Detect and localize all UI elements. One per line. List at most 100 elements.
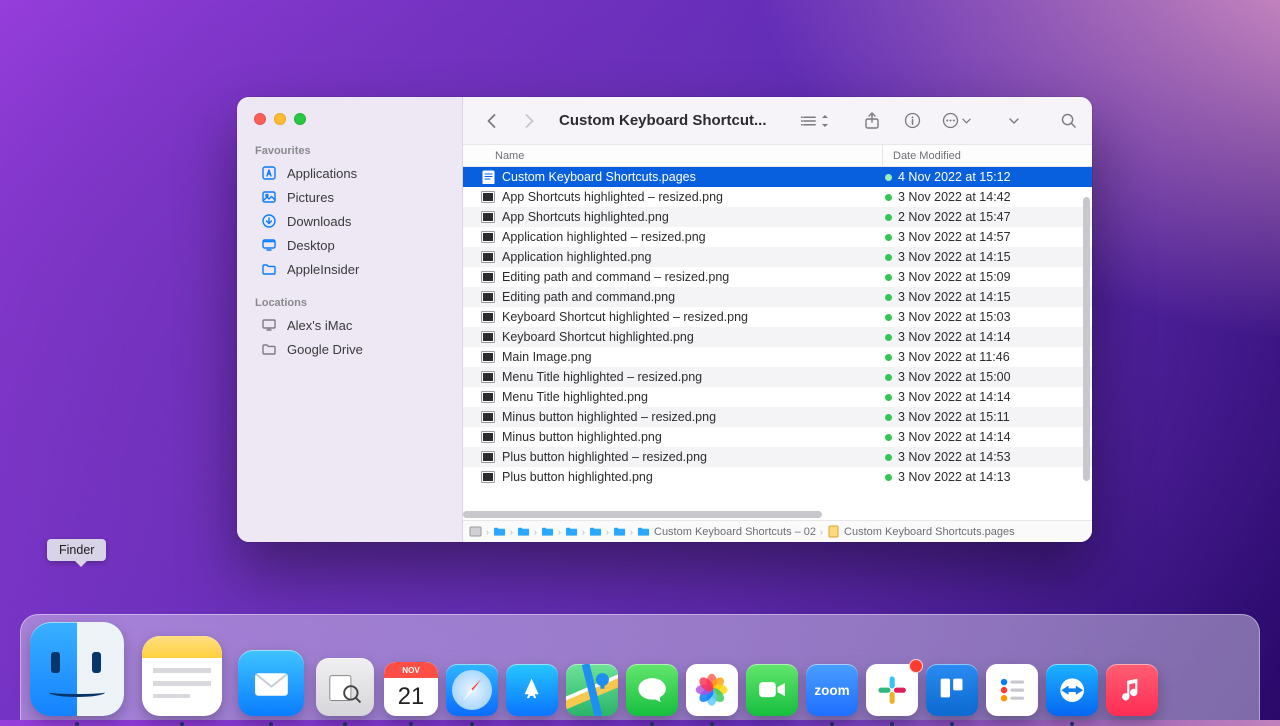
running-indicator: [1070, 722, 1074, 726]
path-crumb-label: Custom Keyboard Shortcuts – 02: [654, 526, 816, 538]
path-crumb[interactable]: [517, 525, 530, 538]
path-crumb[interactable]: Custom Keyboard Shortcuts – 02: [637, 525, 816, 538]
dock-app-slack[interactable]: [866, 664, 918, 726]
applications-icon: [261, 165, 277, 181]
image-file-icon: [481, 190, 495, 204]
sync-status-icon: [885, 234, 892, 241]
dock-app-finder[interactable]: [30, 622, 124, 726]
sidebar-item-alex-s-imac[interactable]: Alex's iMac: [243, 313, 456, 337]
dock-app-notes[interactable]: [142, 636, 222, 726]
dock-app-trello[interactable]: [926, 664, 978, 726]
path-crumb[interactable]: Custom Keyboard Shortcuts.pages: [827, 525, 1015, 538]
path-crumb[interactable]: [493, 525, 506, 538]
dock-app-zoom[interactable]: zoom: [806, 664, 858, 726]
dock-app-photos[interactable]: [686, 664, 738, 726]
file-name: Application highlighted.png: [502, 250, 651, 264]
file-date-modified: 3 Nov 2022 at 14:53: [898, 450, 1011, 464]
file-row[interactable]: Keyboard Shortcut highlighted – resized.…: [463, 307, 1092, 327]
file-row[interactable]: Menu Title highlighted – resized.png 3 N…: [463, 367, 1092, 387]
folder-icon: [517, 525, 530, 538]
dock-app-facetime[interactable]: [746, 664, 798, 726]
info-button[interactable]: [902, 111, 922, 131]
dock-app-mail[interactable]: [238, 650, 304, 726]
file-row[interactable]: Plus button highlighted.png 3 Nov 2022 a…: [463, 467, 1092, 487]
dock-app-safari[interactable]: [446, 664, 498, 726]
path-crumb[interactable]: [469, 525, 482, 538]
file-date-modified: 3 Nov 2022 at 15:00: [898, 370, 1011, 384]
sidebar-item-google-drive[interactable]: Google Drive: [243, 337, 456, 361]
sidebar-item-appleinsider[interactable]: AppleInsider: [243, 257, 456, 281]
desktop-icon: [261, 237, 277, 253]
sidebar-item-pictures[interactable]: Pictures: [243, 185, 456, 209]
dock-app-preview[interactable]: [316, 658, 374, 726]
file-row[interactable]: Menu Title highlighted.png 3 Nov 2022 at…: [463, 387, 1092, 407]
file-list[interactable]: Custom Keyboard Shortcuts.pages 4 Nov 20…: [463, 167, 1092, 510]
file-name: App Shortcuts highlighted – resized.png: [502, 190, 723, 204]
file-row[interactable]: Keyboard Shortcut highlighted.png 3 Nov …: [463, 327, 1092, 347]
downloads-icon: [261, 213, 277, 229]
sidebar-item-applications[interactable]: Applications: [243, 161, 456, 185]
file-row[interactable]: Minus button highlighted – resized.png 3…: [463, 407, 1092, 427]
sidebar-item-desktop[interactable]: Desktop: [243, 233, 456, 257]
column-header-date-modified[interactable]: Date Modified: [883, 145, 1092, 166]
chevron-right-icon: ›: [509, 527, 514, 537]
minimize-button[interactable]: [274, 113, 286, 125]
search-button[interactable]: [1058, 111, 1078, 131]
file-name: Minus button highlighted – resized.png: [502, 410, 716, 424]
sidebar-item-downloads[interactable]: Downloads: [243, 209, 456, 233]
file-row[interactable]: Custom Keyboard Shortcuts.pages 4 Nov 20…: [463, 167, 1092, 187]
path-bar[interactable]: ›››››››Custom Keyboard Shortcuts – 02›Cu…: [463, 520, 1092, 542]
file-name: Keyboard Shortcut highlighted – resized.…: [502, 310, 748, 324]
image-file-icon: [481, 350, 495, 364]
imac-icon: [261, 317, 277, 333]
sync-status-icon: [885, 194, 892, 201]
toolbar-overflow-button[interactable]: [1004, 111, 1024, 131]
dock-app-teamviewer[interactable]: [1046, 664, 1098, 726]
forward-button[interactable]: [519, 111, 539, 131]
path-crumb[interactable]: [613, 525, 626, 538]
running-indicator: [890, 722, 894, 726]
share-button[interactable]: [862, 111, 882, 131]
dock-app-reminders[interactable]: [986, 664, 1038, 726]
path-crumb[interactable]: [565, 525, 578, 538]
view-options-button[interactable]: [801, 111, 830, 131]
dock-app-messages[interactable]: [626, 664, 678, 726]
column-header-name[interactable]: Name: [463, 145, 883, 166]
fullscreen-button[interactable]: [294, 113, 306, 125]
file-row[interactable]: Plus button highlighted – resized.png 3 …: [463, 447, 1092, 467]
chevron-right-icon: ›: [605, 527, 610, 537]
path-crumb[interactable]: [589, 525, 602, 538]
file-row[interactable]: Application highlighted.png 3 Nov 2022 a…: [463, 247, 1092, 267]
file-row[interactable]: App Shortcuts highlighted – resized.png …: [463, 187, 1092, 207]
file-name: Editing path and command.png: [502, 290, 675, 304]
file-row[interactable]: Editing path and command.png 3 Nov 2022 …: [463, 287, 1092, 307]
file-date-modified: 3 Nov 2022 at 14:42: [898, 190, 1011, 204]
close-button[interactable]: [254, 113, 266, 125]
dock-app-music[interactable]: [1106, 664, 1158, 726]
dock-app-maps[interactable]: [566, 664, 618, 726]
running-indicator: [180, 722, 184, 726]
dock-app-calendar[interactable]: NOV21: [384, 662, 438, 726]
file-row[interactable]: Main Image.png 3 Nov 2022 at 11:46: [463, 347, 1092, 367]
dock-app-app-store[interactable]: [506, 664, 558, 726]
path-crumb[interactable]: [541, 525, 554, 538]
column-headers: Name Date Modified: [463, 145, 1092, 167]
sync-status-icon: [885, 274, 892, 281]
file-row[interactable]: App Shortcuts highlighted.png 2 Nov 2022…: [463, 207, 1092, 227]
file-name: App Shortcuts highlighted.png: [502, 210, 669, 224]
actions-menu-button[interactable]: [942, 111, 971, 131]
doc-icon: [827, 525, 840, 538]
horizontal-scrollbar[interactable]: [463, 510, 1092, 520]
file-row[interactable]: Minus button highlighted.png 3 Nov 2022 …: [463, 427, 1092, 447]
running-indicator: [269, 722, 273, 726]
back-button[interactable]: [481, 111, 501, 131]
running-indicator: [650, 722, 654, 726]
sync-status-icon: [885, 334, 892, 341]
file-name: Application highlighted – resized.png: [502, 230, 706, 244]
vertical-scrollbar[interactable]: [1083, 197, 1090, 481]
file-row[interactable]: Application highlighted – resized.png 3 …: [463, 227, 1092, 247]
file-name: Editing path and command – resized.png: [502, 270, 729, 284]
file-date-modified: 3 Nov 2022 at 15:03: [898, 310, 1011, 324]
file-row[interactable]: Editing path and command – resized.png 3…: [463, 267, 1092, 287]
favourites-heading: Favourites: [237, 141, 462, 161]
